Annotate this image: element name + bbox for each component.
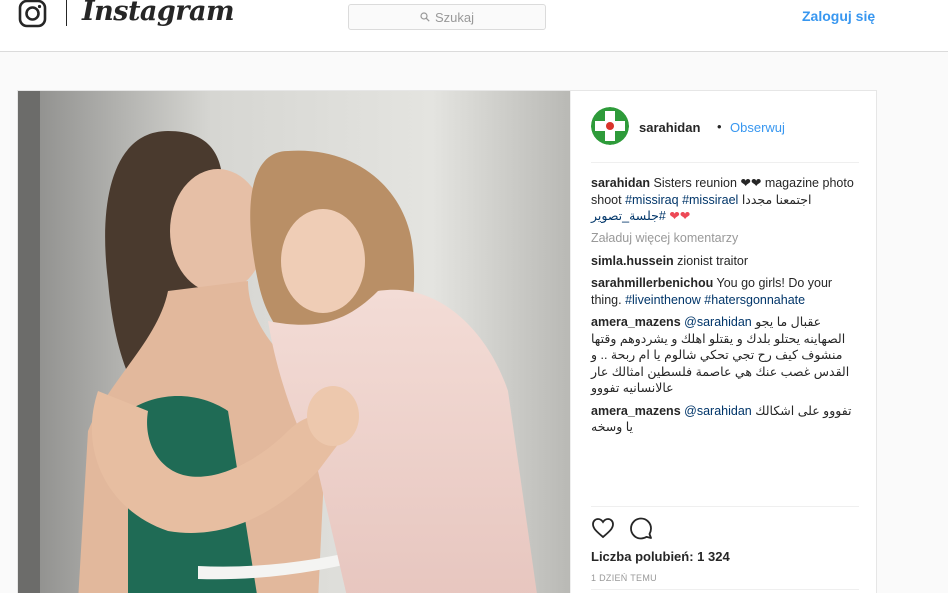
- comment-username[interactable]: simla.hussein: [591, 254, 674, 268]
- bottom-divider: [591, 589, 859, 590]
- comment-item: sarahmillerbenichou You go girls! Do you…: [591, 275, 859, 308]
- comments-list: sarahidan Sisters reunion ❤❤ magazine ph…: [591, 175, 859, 515]
- heart-outline-icon[interactable]: [591, 516, 615, 540]
- post-username[interactable]: sarahidan: [639, 120, 700, 135]
- logo-divider: [66, 0, 67, 26]
- actions-divider: [591, 506, 859, 507]
- hashtag-link[interactable]: #missirael: [682, 193, 738, 207]
- hashtag-link[interactable]: #liveinthenow #hatersgonnahate: [625, 293, 805, 307]
- avatar-image: [591, 107, 629, 145]
- instagram-wordmark[interactable]: Instagram: [82, 0, 235, 27]
- top-navigation-bar: Instagram Szukaj Zaloguj się: [0, 0, 948, 52]
- mention-link[interactable]: @sarahidan: [684, 315, 752, 329]
- comment-username[interactable]: sarahmillerbenichou: [591, 276, 713, 290]
- separator-dot: •: [717, 119, 722, 134]
- like-count[interactable]: Liczba polubień: 1 324: [591, 549, 730, 564]
- comment-bubble-icon[interactable]: [629, 516, 653, 540]
- post-card: sarahidan • Obserwuj sarahidan Sisters r…: [17, 90, 877, 593]
- follow-button[interactable]: Obserwuj: [730, 120, 785, 135]
- comment-text: zionist traitor: [677, 253, 749, 268]
- comment-item: amera_mazens @sarahidan عقبال ما يجو الص…: [591, 314, 859, 397]
- post-sidebar: sarahidan • Obserwuj sarahidan Sisters r…: [570, 91, 878, 593]
- hashtag-link[interactable]: #missiraq: [625, 193, 679, 207]
- caption-username[interactable]: sarahidan: [591, 176, 650, 190]
- photo: [18, 91, 570, 593]
- search-input[interactable]: Szukaj: [348, 4, 546, 30]
- mention-link[interactable]: @sarahidan: [684, 404, 752, 418]
- login-link[interactable]: Zaloguj się: [802, 8, 875, 24]
- comment-item: amera_mazens @sarahidan تفووو على اشكالك…: [591, 403, 859, 436]
- post-photo[interactable]: [18, 91, 570, 593]
- search-placeholder: Szukaj: [434, 9, 475, 25]
- post-timestamp[interactable]: 1 DZIEŃ TEMU: [591, 573, 657, 583]
- post-header: sarahidan • Obserwuj: [591, 107, 859, 163]
- instagram-camera-icon[interactable]: [18, 0, 47, 29]
- load-more-comments[interactable]: Załaduj więcej komentarzy: [591, 231, 859, 245]
- comment-username[interactable]: amera_mazens: [591, 404, 681, 418]
- post-actions: [591, 516, 653, 540]
- hearts-emoji: ❤❤: [669, 209, 691, 223]
- avatar[interactable]: [591, 107, 629, 145]
- caption-text-arabic: اجتمعنا مجددا: [741, 192, 812, 207]
- comment-username[interactable]: amera_mazens: [591, 315, 681, 329]
- comment-item: simla.hussein zionist traitor: [591, 253, 859, 270]
- post-caption: sarahidan Sisters reunion ❤❤ magazine ph…: [591, 175, 859, 225]
- hashtag-link[interactable]: #جلسة_تصوير: [591, 209, 666, 223]
- magnifier-icon: [420, 12, 430, 22]
